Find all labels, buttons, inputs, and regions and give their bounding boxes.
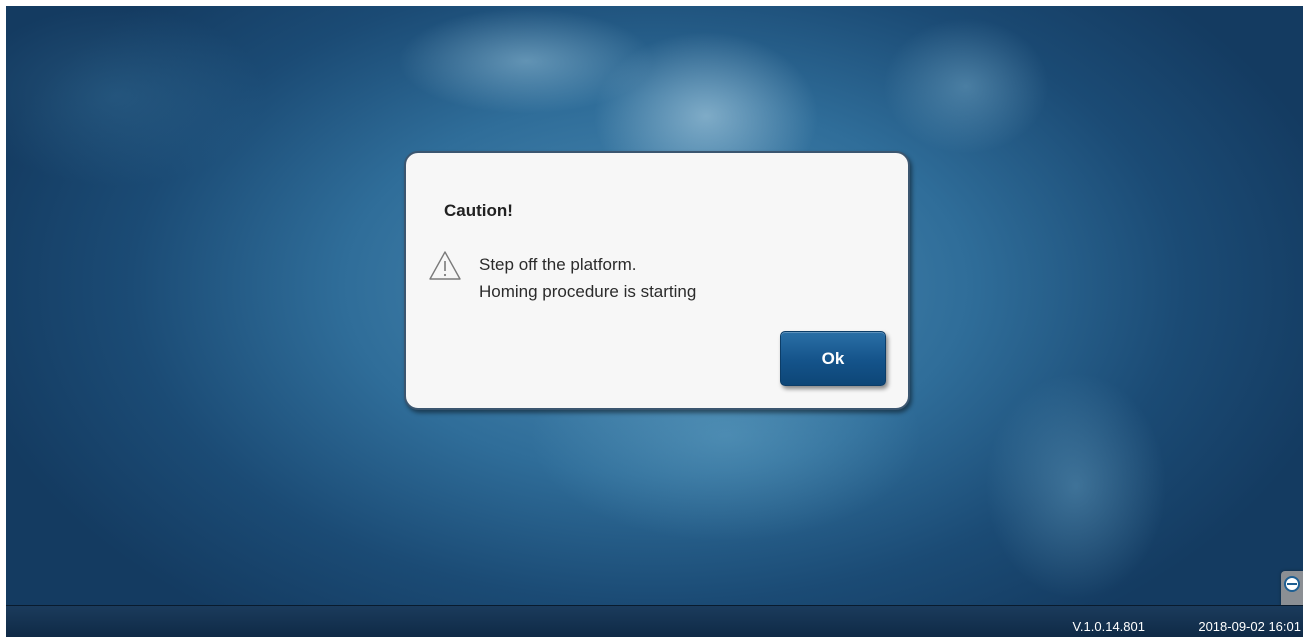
status-bar: V.1.0.14.801 2018-09-02 16:01 bbox=[6, 605, 1303, 637]
warning-icon bbox=[429, 251, 461, 280]
version-label: V.1.0.14.801 bbox=[1072, 619, 1145, 634]
teamviewer-icon bbox=[1284, 576, 1300, 592]
background-screen: Caution! Step off the platform. Homing p… bbox=[6, 6, 1303, 637]
ok-button[interactable]: Ok bbox=[780, 331, 886, 386]
dialog-message-line: Step off the platform. bbox=[479, 255, 637, 274]
dialog-title: Caution! bbox=[444, 201, 513, 220]
datetime-label: 2018-09-02 16:01 bbox=[1198, 619, 1301, 634]
dialog-message-line: Homing procedure is starting bbox=[479, 282, 697, 301]
caution-dialog: Caution! Step off the platform. Homing p… bbox=[404, 151, 910, 410]
